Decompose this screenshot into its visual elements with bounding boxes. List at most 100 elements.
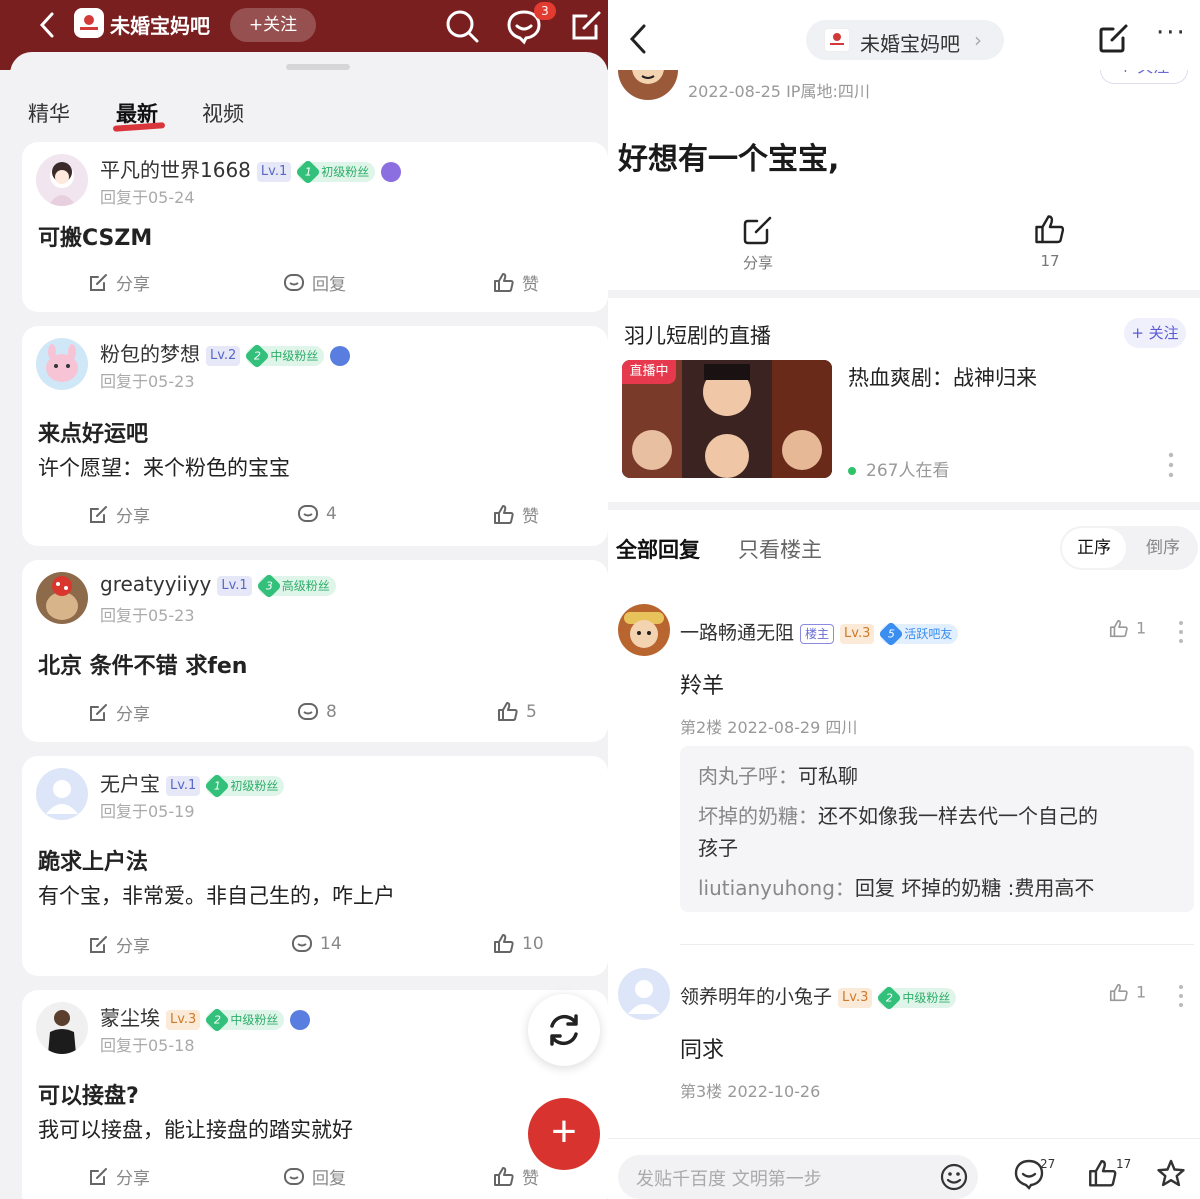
post-card[interactable]: greatyyiiyy Lv.1 3 高级粉丝 回复于05-23 北京 条件不错 求f… (22, 560, 608, 742)
avatar[interactable] (36, 1002, 88, 1054)
username[interactable]: 粉包的梦想 (100, 342, 200, 366)
comment-count: 27 (1040, 1157, 1056, 1171)
like-button[interactable]: 5 (496, 700, 537, 724)
follow-button[interactable]: +关注 (230, 8, 316, 42)
thumbs-up-icon (494, 504, 514, 524)
comment-button[interactable]: 14 (290, 932, 342, 956)
live-show-name[interactable]: 热血爽剧：战神归来 (848, 362, 1037, 392)
live-thumbnail[interactable]: 直播中 (622, 360, 832, 478)
search-icon[interactable] (442, 6, 482, 46)
avatar[interactable] (36, 572, 88, 624)
post-body[interactable]: 我可以接盘，能让接盘的踏实就好 (38, 1114, 353, 1144)
thumbs-up-icon (1109, 619, 1128, 638)
thumbs-up-icon[interactable] (1086, 1157, 1120, 1191)
tab-video[interactable]: 视频 (202, 98, 244, 128)
comment-icon (298, 703, 318, 720)
reply-placeholder: 发贴千百度 文明第一步 (636, 1169, 822, 1190)
live-follow-button[interactable]: + 关注 (1124, 318, 1186, 348)
post-card[interactable]: 平凡的世界1668 Lv.1 1 初级粉丝 回复于05-24 可搬CSZM 分享 回复… (22, 142, 608, 312)
comment-like-button[interactable]: 1 (1108, 982, 1146, 1004)
comment-button[interactable]: 4 (296, 502, 337, 526)
more-icon[interactable]: ··· (1156, 18, 1187, 48)
back-icon[interactable] (32, 8, 62, 42)
sub-reply[interactable]: 坏掉的奶糖：还不如像我一样去代一个自己的 (698, 800, 1098, 829)
tab-all-replies[interactable]: 全部回复 (616, 534, 700, 564)
sub-reply[interactable]: 肉丸子呼：可私聊 (698, 760, 858, 789)
comment-text[interactable]: 羚羊 (680, 668, 724, 700)
star-icon[interactable] (1154, 1157, 1188, 1191)
back-icon[interactable] (626, 22, 650, 56)
fan-badge: 2 中级粉丝 (876, 984, 957, 1011)
username[interactable]: 蒙尘埃 (100, 1006, 160, 1030)
live-tag: 直播中 (622, 360, 676, 384)
comment-meta: 第3楼 2022-10-26 (680, 1082, 821, 1101)
thread-like-button[interactable]: 17 (1030, 212, 1070, 270)
avatar[interactable] (36, 768, 88, 820)
thread-like-count: 17 (1040, 252, 1060, 270)
reply-date: 回复于05-19 (100, 802, 195, 821)
comment-like-button[interactable]: 1 (1108, 618, 1146, 640)
comment-button[interactable]: 回复 (282, 270, 346, 295)
share-button[interactable]: 分享 (86, 932, 150, 957)
share-button[interactable]: 分享 (86, 1164, 150, 1189)
more-vertical-icon[interactable] (1168, 452, 1174, 478)
avatar[interactable] (618, 968, 670, 1020)
thread-share-label: 分享 (742, 254, 773, 272)
post-title[interactable]: 跪求上户法 (38, 844, 148, 876)
bar-name[interactable]: 未婚宝妈吧 (110, 10, 210, 39)
post-title[interactable]: 北京 条件不错 求fen (38, 648, 247, 680)
bar-pill[interactable]: 未婚宝妈吧 › (806, 20, 1004, 60)
sort-asc[interactable]: 正序 (1062, 528, 1126, 568)
refresh-icon (550, 1014, 578, 1046)
comment-button[interactable]: 8 (296, 700, 337, 724)
refresh-button[interactable] (528, 994, 600, 1066)
thumbs-up-icon (1035, 215, 1065, 244)
like-button[interactable]: 赞 (492, 270, 539, 295)
share-button[interactable]: 分享 (86, 502, 150, 527)
fan-badge: 2 中级粉丝 (244, 342, 325, 369)
post-card[interactable]: 无户宝 Lv.1 1 初级粉丝 回复于05-19 跪求上户法 有个宝，非常爱。非自己生… (22, 756, 608, 976)
share-button[interactable]: 分享 (86, 700, 150, 725)
avatar[interactable] (618, 604, 670, 656)
username[interactable]: 无户宝 (100, 772, 160, 796)
sub-replies[interactable]: 肉丸子呼：可私聊 坏掉的奶糖：还不如像我一样去代一个自己的 孩子 liutian… (680, 746, 1194, 912)
post-title[interactable]: 来点好运吧 (38, 416, 148, 448)
reply-input[interactable]: 发贴千百度 文明第一步 (618, 1155, 978, 1199)
post-body[interactable]: 有个宝，非常爱。非自己生的，咋上户 (38, 880, 395, 910)
username[interactable]: 一路畅通无阻 (680, 622, 794, 644)
post-body[interactable]: 许个愿望：来个粉色的宝宝 (38, 452, 290, 482)
like-button[interactable]: 10 (492, 932, 544, 956)
thumbs-up-icon (494, 272, 514, 292)
username[interactable]: 领养明年的小兔子 (680, 986, 832, 1008)
level-badge: Lv.3 (838, 987, 873, 1008)
username-row: 平凡的世界1668 Lv.1 1 初级粉丝 (100, 154, 402, 185)
more-vertical-icon[interactable] (1178, 984, 1184, 1008)
comment-button[interactable]: 回复 (282, 1164, 346, 1189)
compose-icon[interactable] (566, 6, 606, 46)
share-icon[interactable] (1096, 20, 1132, 56)
username[interactable]: 平凡的世界1668 (100, 158, 251, 182)
username[interactable]: greatyyiiyy (100, 572, 211, 596)
share-button[interactable]: 分享 (86, 270, 150, 295)
avatar[interactable] (36, 154, 88, 206)
sub-reply[interactable]: liutianyuhong：回复 坏掉的奶糖 :费用高不 (698, 872, 1094, 901)
fan-badge: 2 中级粉丝 (204, 1006, 285, 1033)
post-card[interactable]: 粉包的梦想 Lv.2 2 中级粉丝 回复于05-23 来点好运吧 许个愿望：来个粉色的… (22, 326, 608, 546)
like-button[interactable]: 赞 (492, 1164, 539, 1189)
post-title[interactable]: 可以接盘? (38, 1078, 139, 1110)
comment-text[interactable]: 同求 (680, 1032, 724, 1064)
avatar[interactable] (36, 338, 88, 390)
thread-share-button[interactable]: 分享 (738, 212, 778, 273)
like-button[interactable]: 赞 (492, 502, 539, 527)
tab-op-only[interactable]: 只看楼主 (738, 534, 822, 564)
post-title[interactable]: 可搬CSZM (38, 220, 152, 252)
tab-jinghua[interactable]: 精华 (28, 98, 70, 128)
share-icon (90, 273, 107, 291)
post-card[interactable]: 蒙尘埃 Lv.3 2 中级粉丝 回复于05-18 可以接盘? 我可以接盘，能让接盘的踏… (22, 990, 608, 1199)
new-post-button[interactable]: + (528, 1098, 600, 1170)
emoji-icon[interactable] (938, 1161, 970, 1193)
drag-handle[interactable] (286, 64, 350, 70)
more-vertical-icon[interactable] (1178, 620, 1184, 644)
live-streamer-name[interactable]: 羽儿短剧的直播 (624, 320, 771, 350)
sort-desc[interactable]: 倒序 (1130, 528, 1196, 568)
